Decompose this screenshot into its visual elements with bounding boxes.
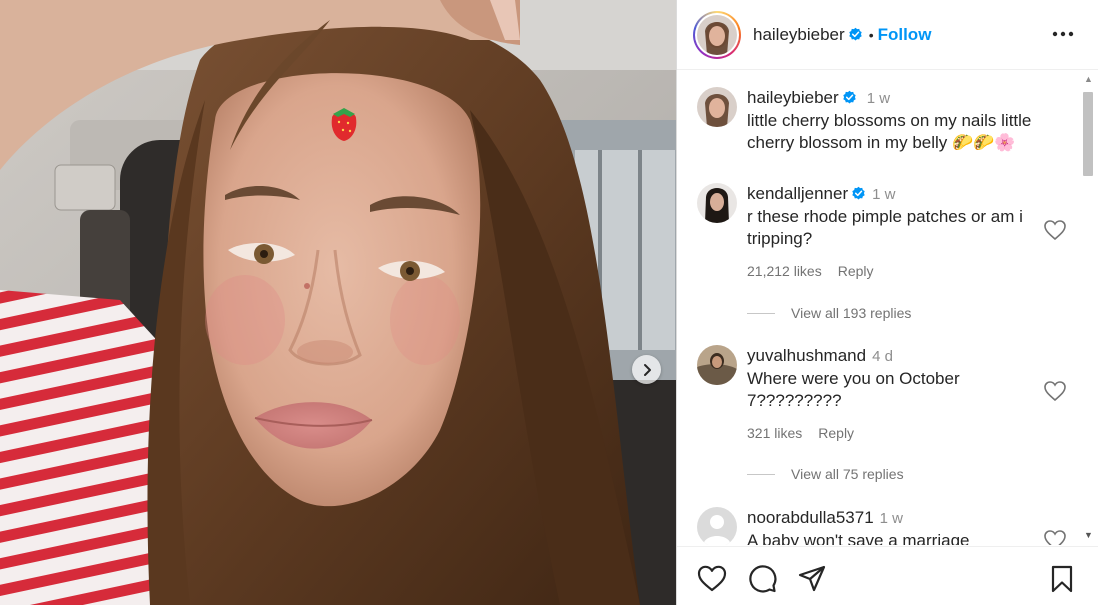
post-actions-bar <box>677 546 1098 605</box>
like-comment-heart-icon[interactable] <box>1043 380 1067 402</box>
comment-time[interactable]: 1 w <box>872 186 895 203</box>
scroll-down-arrow-icon[interactable]: ▼ <box>1084 530 1093 540</box>
instagram-post-modal: haileybieber • Follow haileybieber 1 w l… <box>0 0 1098 605</box>
like-comment-heart-icon[interactable] <box>1043 529 1067 545</box>
comment-item: yuvalhushmand 4 d Where were you on Octob… <box>697 345 1067 465</box>
separator-dot: • <box>868 26 874 43</box>
share-icon[interactable] <box>797 564 827 594</box>
comment-text: A baby won't save a marriage <box>747 531 970 545</box>
comment-time[interactable]: 4 d <box>872 348 893 365</box>
scroll-up-arrow-icon[interactable]: ▲ <box>1084 74 1093 84</box>
comment-meta: 321 likes Reply <box>747 425 870 441</box>
comment-username[interactable]: yuvalhushmand <box>747 346 866 365</box>
selfie-image <box>0 0 676 605</box>
comments-list[interactable]: haileybieber 1 w little cherry blossoms o… <box>677 71 1081 545</box>
avatar[interactable] <box>697 507 737 545</box>
heart-icon[interactable] <box>697 564 727 594</box>
avatar[interactable] <box>697 345 737 385</box>
scrollbar-thumb[interactable] <box>1083 92 1093 176</box>
comment-item: noorabdulla5371 1 w A baby won't save a m… <box>697 507 1067 545</box>
post-side-panel: haileybieber • Follow haileybieber 1 w l… <box>676 0 1098 605</box>
reply-thread-line <box>747 473 775 475</box>
verified-badge-icon <box>852 186 865 200</box>
taco-emoji: 🌮 <box>973 133 995 152</box>
comment-item: kendalljenner 1 w r these rhode pimple pa… <box>697 183 1067 303</box>
caption-time[interactable]: 1 w <box>867 90 890 107</box>
view-replies-button[interactable]: View all 75 replies <box>747 466 904 482</box>
comment-username[interactable]: noorabdulla5371 <box>747 508 874 527</box>
post-header: haileybieber • Follow <box>677 0 1098 70</box>
post-photo[interactable] <box>0 0 676 605</box>
comment-text: Where were you on October 7????????? <box>747 369 960 410</box>
more-options-button[interactable] <box>1049 22 1077 46</box>
caption-username[interactable]: haileybieber <box>747 88 839 107</box>
avatar[interactable] <box>697 183 737 223</box>
follow-button[interactable]: Follow <box>878 25 932 45</box>
bookmark-icon[interactable] <box>1047 564 1077 594</box>
cherry-blossom-emoji: 🌸 <box>994 133 1016 152</box>
author-username[interactable]: haileybieber <box>753 25 845 45</box>
comments-scrollbar[interactable]: ▲ ▼ <box>1080 72 1096 544</box>
comment-likes[interactable]: 321 likes <box>747 425 802 441</box>
reply-button[interactable]: Reply <box>838 263 874 279</box>
view-replies-button[interactable]: View all 193 replies <box>747 305 911 321</box>
comment-meta: 21,212 likes Reply <box>747 263 890 279</box>
reply-button[interactable]: Reply <box>818 425 854 441</box>
view-replies-label: View all 193 replies <box>791 305 912 321</box>
more-horizontal-icon <box>1052 31 1074 37</box>
like-comment-heart-icon[interactable] <box>1043 219 1067 241</box>
avatar <box>697 14 737 55</box>
comment-icon[interactable] <box>747 564 777 594</box>
avatar[interactable] <box>697 87 737 127</box>
comment-username[interactable]: kendalljenner <box>747 184 848 203</box>
next-photo-button[interactable] <box>632 355 661 384</box>
chevron-right-icon <box>643 363 651 376</box>
taco-emoji: 🌮 <box>952 133 974 152</box>
verified-badge-icon <box>849 27 862 41</box>
comment-text: r these rhode pimple patches or am i tri… <box>747 207 1023 248</box>
comment-time[interactable]: 1 w <box>880 510 903 527</box>
story-ring[interactable] <box>693 10 741 59</box>
reply-thread-line <box>747 312 775 314</box>
verified-badge-icon <box>843 90 856 104</box>
comment-likes[interactable]: 21,212 likes <box>747 263 822 279</box>
view-replies-label: View all 75 replies <box>791 466 904 482</box>
